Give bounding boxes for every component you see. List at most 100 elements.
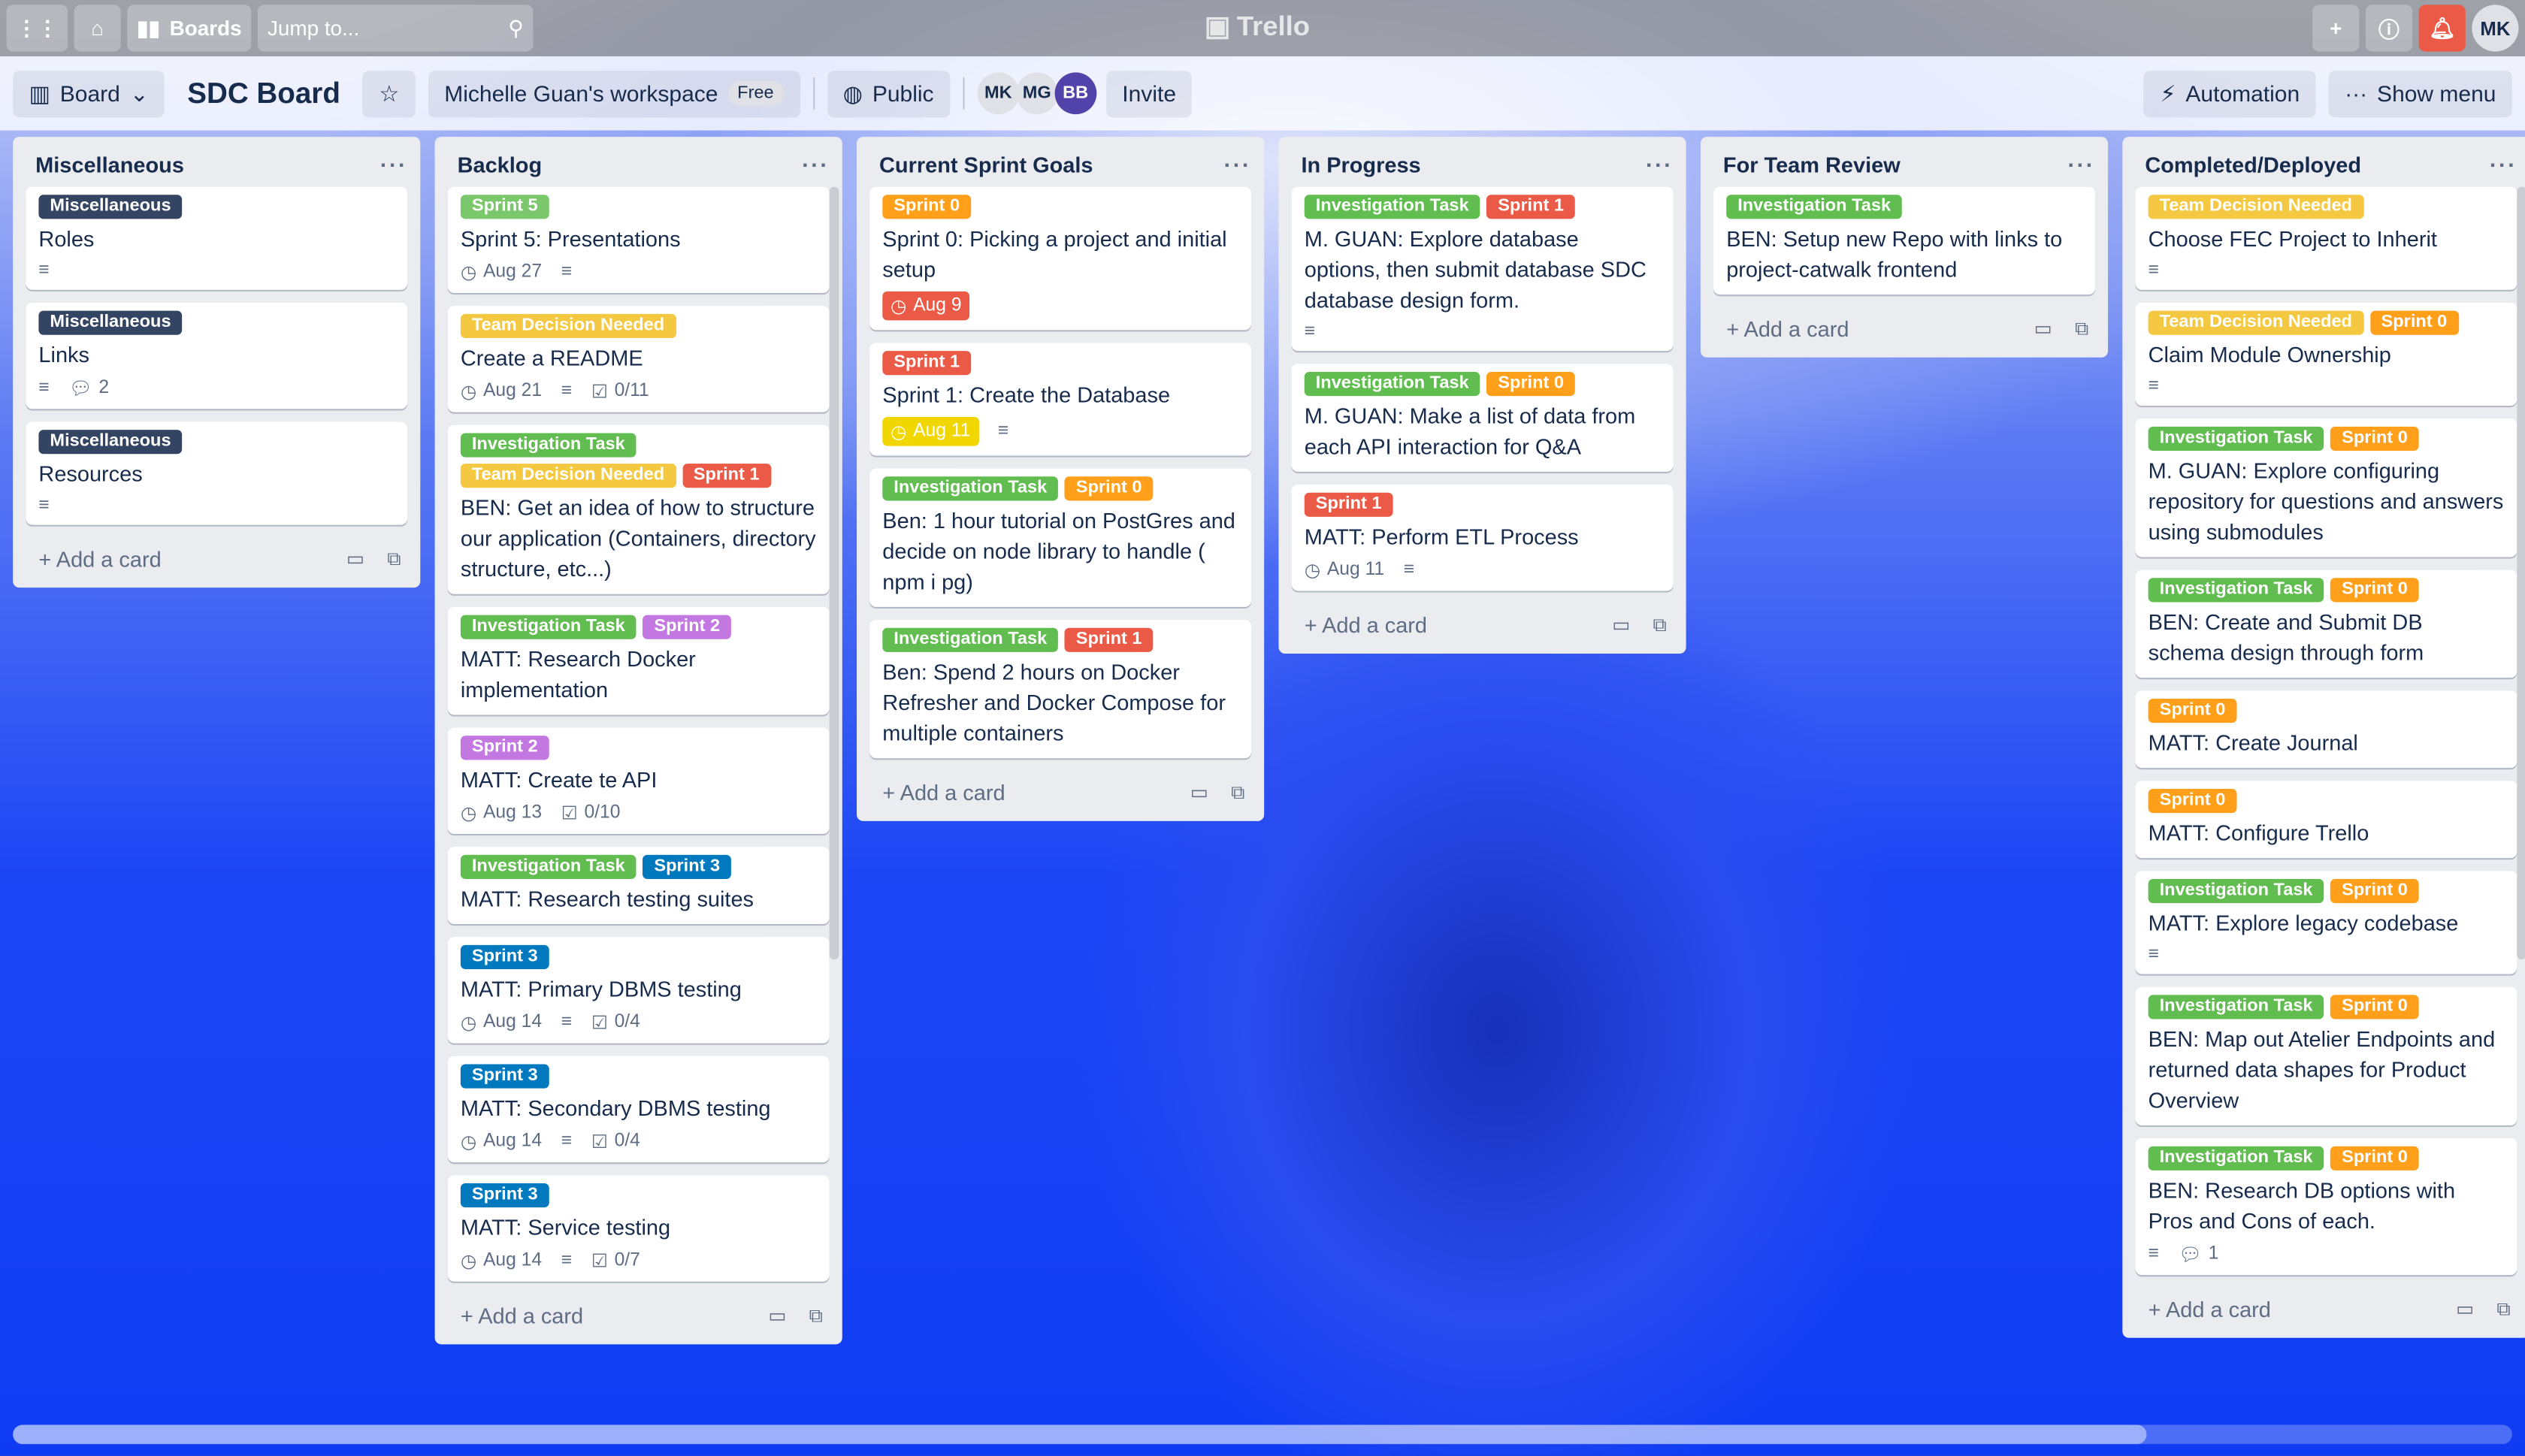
card[interactable]: Investigation Task Sprint 1 M. GUAN: Explo… [1291,186,1674,352]
create-plus-icon[interactable]: + [2312,5,2360,52]
card-label[interactable]: Team Decision Needed [2148,310,2363,335]
list-scrollbar[interactable] [2517,186,2525,960]
list-title[interactable]: Miscellaneous [35,153,184,177]
add-card-button[interactable]: + Add a card [38,548,161,572]
user-avatar[interactable]: MK [2472,5,2519,52]
card-label[interactable]: Investigation Task [1304,195,1480,219]
card[interactable]: Sprint 3 MATT: Primary DBMS testing ◷ Aug 1… [447,937,830,1044]
add-card-button[interactable]: + Add a card [2149,1297,2271,1322]
card-label[interactable]: Sprint 1 [1486,195,1575,219]
card-label[interactable]: Sprint 3 [643,854,732,880]
card-label[interactable]: Sprint 0 [2330,1146,2419,1171]
template-icon[interactable]: ⧉ [809,1304,823,1328]
card[interactable]: Sprint 3 MATT: Secondary DBMS testing ◷ Aug… [447,1056,830,1163]
add-card-button[interactable]: + Add a card [882,781,1005,805]
star-icon[interactable]: ☆ [362,70,416,117]
template-icon[interactable]: ⧉ [387,548,401,572]
list-title[interactable]: Backlog [458,153,543,177]
card-label[interactable]: Sprint 2 [460,736,549,760]
card[interactable]: Team Decision Needed Create a README ◷ Aug … [447,306,830,412]
card[interactable]: Investigation Task Sprint 0 Ben: 1 hour tu… [869,468,1252,607]
card-label[interactable]: Team Decision Needed [460,464,676,488]
card-label[interactable]: Sprint 1 [682,464,771,488]
info-icon[interactable]: ⓘ [2365,5,2413,52]
add-card-button[interactable]: + Add a card [1726,317,1849,341]
due-date-badge[interactable]: ◷ Aug 14 [461,1130,542,1152]
template-icon[interactable]: ⧉ [2496,1297,2510,1322]
card-label[interactable]: Sprint 0 [2148,789,2237,814]
card-label[interactable]: Investigation Task [2148,879,2324,904]
jump-to-search[interactable]: Jump to... ⚲ [258,5,534,52]
card-label[interactable]: Investigation Task [882,627,1059,652]
template-icon[interactable]: ⧉ [1653,613,1667,637]
board-view-switcher[interactable]: ▥ Board ⌄ [13,70,165,117]
card-label[interactable]: Sprint 0 [1486,372,1575,397]
card-label[interactable]: Miscellaneous [38,430,183,455]
add-card-button[interactable]: + Add a card [1305,613,1427,637]
template-icon[interactable]: ⧉ [1231,781,1244,805]
card[interactable]: Team Decision Needed Sprint 0 Claim Module… [2135,302,2517,406]
card-label[interactable]: Sprint 1 [1064,627,1154,652]
member-avatar[interactable]: MK [977,72,1020,115]
home-icon[interactable]: ⌂ [74,5,121,52]
card[interactable]: Investigation Task Sprint 0 M. GUAN: Explo… [2135,418,2517,557]
card[interactable]: Investigation Task Sprint 1 Ben: Spend 2 h… [869,620,1252,759]
card[interactable]: Team Decision Needed Choose FEC Project t… [2135,186,2517,290]
card-label[interactable]: Investigation Task [460,854,637,880]
card-label[interactable]: Investigation Task [2148,1146,2324,1171]
more-icon[interactable]: ··· [380,151,407,177]
card-label[interactable]: Sprint 2 [643,615,732,639]
video-icon[interactable]: ▭ [768,1304,786,1328]
card-label[interactable]: Sprint 3 [460,1064,549,1089]
card-label[interactable]: Sprint 0 [1064,476,1154,501]
card[interactable]: Investigation Task Team Decision Needed Sp… [447,424,830,594]
member-avatar[interactable]: MG [1015,72,1058,115]
video-icon[interactable]: ▭ [1612,613,1630,637]
card-label[interactable]: Sprint 0 [2148,699,2237,723]
due-date-badge[interactable]: ◷ Aug 27 [461,261,542,283]
notifications-bell-icon[interactable]: 🔔︎ [2418,5,2466,52]
due-date-badge[interactable]: ◷ Aug 9 [882,291,970,321]
list-title[interactable]: In Progress [1301,153,1420,177]
video-icon[interactable]: ▭ [1190,781,1208,805]
card[interactable]: Investigation Task Sprint 2 MATT: Research… [447,606,830,715]
automation-button[interactable]: ⚡︎ Automation [2144,70,2316,117]
board-title[interactable]: SDC Board [177,77,349,110]
card-label[interactable]: Sprint 0 [2330,995,2419,1020]
card-label[interactable]: Sprint 0 [882,195,972,219]
card-label[interactable]: Sprint 5 [460,195,549,219]
card[interactable]: Sprint 0 MATT: Create Journal [2135,690,2517,769]
card-label[interactable]: Sprint 3 [460,944,549,970]
card[interactable]: Sprint 0 MATT: Configure Trello [2135,781,2517,859]
card[interactable]: Sprint 1 MATT: Perform ETL Process ◷ Aug 11… [1291,485,1674,591]
invite-button[interactable]: Invite [1105,70,1193,117]
card-label[interactable]: Miscellaneous [38,195,183,219]
due-date-badge[interactable]: ◷ Aug 14 [461,1011,542,1034]
card[interactable]: Investigation Task BEN: Setup new Repo wi… [1713,186,2095,295]
visibility-button[interactable]: ◍ Public [827,70,951,117]
card-label[interactable]: Investigation Task [460,615,637,639]
card-label[interactable]: Investigation Task [1726,195,1903,219]
card[interactable]: Investigation Task Sprint 0 BEN: Research … [2135,1138,2517,1276]
card-label[interactable]: Investigation Task [1304,372,1480,397]
more-icon[interactable]: ··· [1646,151,1673,177]
list-title[interactable]: For Team Review [1723,153,1901,177]
card[interactable]: Miscellaneous Resources ≡ [26,421,408,525]
due-date-badge[interactable]: ◷ Aug 21 [461,380,542,403]
card-label[interactable]: Sprint 0 [2369,310,2459,335]
apps-grid-icon[interactable]: ⋮⋮ [6,5,68,52]
card-label[interactable]: Team Decision Needed [460,313,676,339]
card-label[interactable]: Investigation Task [460,433,637,458]
card[interactable]: Miscellaneous Links ≡ 💬︎ 2 [26,302,408,409]
card[interactable]: Sprint 5 Sprint 5: Presentations ◷ Aug 27 ≡ [447,186,830,294]
card-label[interactable]: Investigation Task [882,476,1059,501]
card-label[interactable]: Investigation Task [2148,995,2324,1020]
card-label[interactable]: Miscellaneous [38,310,183,335]
card[interactable]: Sprint 0 Sprint 0: Picking a project and … [869,186,1252,331]
card-label[interactable]: Sprint 0 [2330,578,2419,603]
show-menu-button[interactable]: ··· Show menu [2328,70,2512,117]
video-icon[interactable]: ▭ [2034,317,2052,341]
card[interactable]: Sprint 2 MATT: Create te API ◷ Aug 13 ☑ 0/10 [447,727,830,835]
due-date-badge[interactable]: ◷ Aug 13 [461,802,542,824]
card[interactable]: Investigation Task Sprint 0 BEN: Map out A… [2135,986,2517,1125]
